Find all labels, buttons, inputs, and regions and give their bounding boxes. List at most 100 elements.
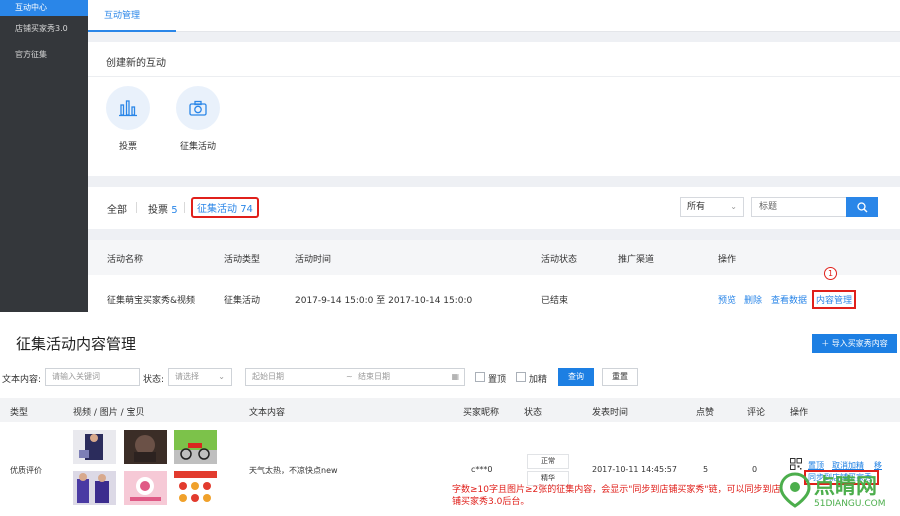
col-likes: 点赞	[696, 408, 715, 418]
filter-tab-collection[interactable]: 征集活动 74	[191, 197, 259, 218]
date-range-picker[interactable]: 起始日期 ~ 结束日期 ▦	[245, 368, 465, 386]
create-interaction-title: 创建新的互动	[106, 58, 166, 69]
divider	[136, 202, 137, 213]
create-vote-label: 投票	[118, 142, 137, 152]
thumbnail-image[interactable]	[124, 430, 167, 464]
query-button[interactable]: 查询	[558, 368, 594, 386]
content-table-header: 类型 视频 / 图片 / 宝贝 文本内容 买家昵称 状态 发表时间 点赞 评论 …	[0, 398, 900, 422]
import-buyer-show-button[interactable]: ＋ 导入买家秀内容	[812, 334, 897, 353]
start-date-placeholder: 起始日期	[252, 372, 284, 381]
chevron-down-icon: ⌄	[730, 202, 737, 211]
content-management-panel: 征集活动内容管理 ＋ 导入买家秀内容 文本内容: 请输入关键词 状态: 请选择 …	[0, 316, 900, 516]
col-activity-name: 活动名称	[107, 255, 144, 265]
end-date-placeholder: 结束日期	[358, 372, 390, 381]
status-select-value: 所有	[687, 202, 706, 212]
create-collection-label: 征集活动	[179, 142, 216, 152]
col-type: 类型	[10, 408, 29, 418]
activity-status: 已结束	[541, 296, 569, 306]
pin-checkbox[interactable]	[475, 372, 485, 382]
create-interaction-card: 创建新的互动 投票 征集活动	[88, 42, 900, 176]
step-annotation-badge: 1	[824, 267, 837, 280]
filter-tab-vote-count: 5	[171, 205, 178, 216]
bar-chart-icon	[106, 86, 150, 130]
create-vote-button[interactable]: 投票	[98, 86, 158, 152]
status-badge: 正常	[527, 454, 569, 469]
filter-tab-collection-label: 征集活动	[197, 204, 237, 215]
sidebar-item-interaction-center[interactable]: 互动中心	[0, 0, 88, 16]
col-activity-time: 活动时间	[295, 255, 332, 265]
col-status: 状态	[524, 408, 543, 418]
status-dropdown-placeholder: 请选择	[175, 372, 199, 381]
import-button-label: 导入买家秀内容	[831, 339, 888, 348]
filter-tab-collection-count: 74	[240, 204, 253, 215]
activity-type: 征集活动	[224, 296, 261, 306]
publish-time: 2017-10-11 14:45:57	[592, 465, 677, 474]
tab-interaction-management[interactable]: 互动管理	[104, 8, 140, 21]
col-comments: 评论	[747, 408, 766, 418]
likes-count: 5	[703, 465, 709, 474]
reset-button[interactable]: 重置	[602, 368, 638, 386]
preview-link[interactable]: 预览	[718, 293, 736, 306]
col-promotion-channel: 推广渠道	[618, 255, 655, 265]
interaction-management-panel: 互动中心 店铺买家秀3.0 官方征集 互动管理 创建新的互动 投票 征集活动 全…	[0, 0, 900, 312]
sidebar-item-buyer-show[interactable]: 店铺买家秀3.0	[0, 16, 88, 42]
col-publish-time: 发表时间	[592, 408, 629, 418]
sidebar-item-official-collection[interactable]: 官方征集	[0, 42, 88, 68]
chevron-down-icon: ⌄	[218, 372, 225, 381]
thumbnail-image[interactable]	[174, 430, 217, 464]
activity-name: 征集萌宝买家秀&视频	[107, 296, 196, 306]
thumbnail-image[interactable]	[124, 471, 167, 505]
filter-tab-all[interactable]: 全部	[107, 201, 127, 216]
sidebar: 互动中心 店铺买家秀3.0 官方征集	[0, 0, 88, 312]
page-title: 征集活动内容管理	[16, 335, 137, 353]
divider	[184, 202, 185, 213]
watermark-logo: 点睛网 51DIANGU.COM	[778, 470, 900, 514]
filter-tab-vote[interactable]: 投票 5	[148, 201, 178, 216]
col-activity-status: 活动状态	[541, 255, 578, 265]
watermark-icon	[779, 472, 811, 508]
text-content-label: 文本内容:	[2, 375, 42, 385]
calendar-icon: ▦	[451, 372, 459, 381]
content-type: 优质评价	[10, 466, 42, 475]
search-button[interactable]	[846, 197, 878, 217]
main-content: 互动管理 创建新的互动 投票 征集活动 全部 投票 5 征集活动 74 所有 ⌄…	[88, 0, 900, 312]
col-operations: 操作	[718, 255, 737, 265]
col-activity-type: 活动类型	[224, 255, 261, 265]
buyer-nickname: c***0	[471, 465, 493, 474]
col-buyer-nickname: 买家昵称	[463, 408, 500, 418]
filter-tab-vote-label: 投票	[148, 205, 168, 216]
status-dropdown[interactable]: 请选择 ⌄	[168, 368, 232, 386]
active-tab-indicator	[88, 30, 176, 32]
search-icon	[856, 201, 867, 212]
comments-count: 0	[752, 465, 758, 474]
col-text-content: 文本内容	[249, 408, 286, 418]
tab-bar: 互动管理	[88, 0, 900, 32]
featured-checkbox[interactable]	[516, 372, 526, 382]
delete-link[interactable]: 删除	[744, 293, 762, 306]
screenshot-composite: 互动中心 店铺买家秀3.0 官方征集 互动管理 创建新的互动 投票 征集活动 全…	[0, 0, 900, 516]
activity-table: 活动名称 活动类型 活动时间 活动状态 推广渠道 操作 征集萌宝买家秀&视频 征…	[88, 240, 900, 312]
watermark-site: 51DIANGU.COM	[814, 499, 886, 509]
pin-checkbox-label: 置顶	[488, 375, 507, 385]
camera-icon	[176, 86, 220, 130]
thumbnail-image[interactable]	[73, 471, 116, 505]
divider	[88, 76, 900, 77]
annotation-note: 字数≥10字且图片≥2张的征集内容，会显示"同步到店铺买家秀"链，可以同步到店铺…	[452, 485, 781, 507]
featured-checkbox-label: 加精	[529, 375, 548, 385]
activity-time: 2017-9-14 15:0:0 至 2017-10-14 15:0:0	[295, 296, 473, 306]
content-text: 天气太热，不凉快点new	[249, 466, 338, 475]
title-search-input[interactable]: 标题	[751, 197, 847, 217]
qr-code-icon[interactable]	[790, 458, 802, 470]
thumbnail-image[interactable]	[174, 471, 217, 505]
keyword-input[interactable]: 请输入关键词	[45, 368, 140, 386]
thumbnail-image[interactable]	[73, 430, 116, 464]
filter-bar: 全部 投票 5 征集活动 74 所有 ⌄ 标题	[88, 187, 900, 229]
create-collection-button[interactable]: 征集活动	[168, 86, 228, 152]
view-data-link[interactable]: 查看数据	[771, 293, 807, 306]
content-management-link[interactable]: 内容管理	[812, 290, 857, 309]
activity-table-header: 活动名称 活动类型 活动时间 活动状态 推广渠道 操作	[88, 240, 900, 275]
watermark-brand: 点睛网	[814, 474, 877, 498]
col-media: 视频 / 图片 / 宝贝	[73, 408, 145, 418]
date-range-separator: ~	[346, 372, 353, 381]
status-select[interactable]: 所有 ⌄	[680, 197, 744, 217]
